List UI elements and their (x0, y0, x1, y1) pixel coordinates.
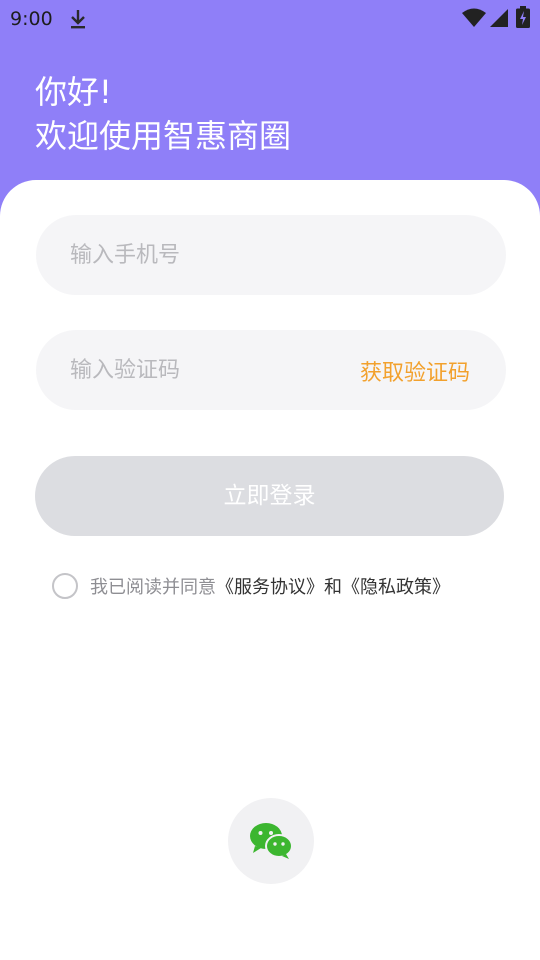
privacy-policy-link[interactable]: 《隐私政策》 (342, 573, 450, 599)
code-input[interactable] (70, 330, 350, 410)
login-card: 获取验证码 立即登录 我已阅读并同意 《服务协议》 和 《隐私政策》 (0, 180, 540, 960)
wifi-icon (462, 8, 486, 27)
code-field: 获取验证码 (36, 330, 506, 410)
greeting: 你好! 欢迎使用智惠商圈 (35, 70, 291, 158)
download-icon (71, 10, 85, 29)
agreement-prefix: 我已阅读并同意 (90, 577, 216, 598)
wechat-icon (250, 823, 293, 859)
battery-icon (516, 6, 530, 28)
login-button[interactable]: 立即登录 (35, 456, 504, 536)
agreement-conjunction: 和 (324, 577, 342, 598)
get-code-button[interactable]: 获取验证码 (360, 355, 470, 387)
agreement-row: 我已阅读并同意 《服务协议》 和 《隐私政策》 (52, 572, 450, 600)
phone-field (36, 215, 506, 295)
greeting-welcome: 欢迎使用智惠商圈 (35, 117, 292, 155)
status-bar: 9:00 (0, 0, 540, 40)
login-screen: 9:00 你好! 欢迎使用智惠商圈 获取验证码 立即登录 (0, 0, 540, 960)
phone-input[interactable] (70, 215, 350, 295)
status-time: 9:00 (10, 8, 53, 30)
signal-icon (490, 9, 508, 27)
agree-checkbox[interactable] (52, 573, 78, 599)
greeting-hello: 你好! (35, 73, 112, 111)
wechat-login-button[interactable] (228, 798, 314, 884)
service-agreement-link[interactable]: 《服务协议》 (216, 573, 324, 599)
